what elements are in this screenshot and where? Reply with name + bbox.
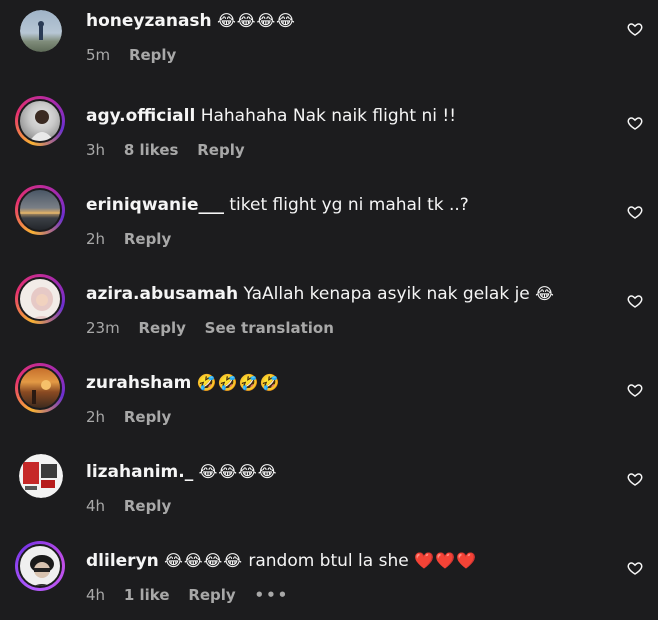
comment-emoji: 🤣🤣🤣🤣 xyxy=(196,373,281,392)
comment-item: honeyzanash 😂😂😂😂 5m Reply xyxy=(0,9,658,89)
comment-time: 3h xyxy=(86,141,106,159)
comment-emoji: 😂 xyxy=(535,284,555,303)
reply-button[interactable]: Reply xyxy=(124,408,171,426)
comment-time: 4h xyxy=(86,497,106,515)
avatar-image xyxy=(31,287,53,319)
reply-button[interactable]: Reply xyxy=(138,319,185,337)
heart-icon[interactable] xyxy=(627,204,643,220)
comment-time: 23m xyxy=(86,319,120,337)
likes-count[interactable]: 8 likes xyxy=(124,141,179,159)
avatar-image xyxy=(20,212,60,214)
comment-emoji: 😂😂😂😂 xyxy=(164,551,243,570)
avatar[interactable] xyxy=(15,96,65,146)
avatar[interactable] xyxy=(15,541,65,591)
reply-button[interactable]: Reply xyxy=(129,46,176,64)
comment-item: dlileryn 😂😂😂😂 random btul la she ❤️❤️❤️ … xyxy=(0,540,658,620)
comment-time: 4h xyxy=(86,586,106,604)
comment-username[interactable]: lizahanim._ xyxy=(86,462,193,482)
comment-time: 2h xyxy=(86,230,106,248)
comment-username[interactable]: eriniqwanie___ xyxy=(86,195,224,215)
comment-username[interactable]: honeyzanash xyxy=(86,11,212,31)
avatar-image xyxy=(30,555,54,586)
reply-button[interactable]: Reply xyxy=(124,230,171,248)
avatar-image xyxy=(30,110,54,141)
avatar-image xyxy=(23,462,57,490)
reply-button[interactable]: Reply xyxy=(188,586,235,604)
avatar-image xyxy=(32,380,51,404)
comment-username[interactable]: zurahsham xyxy=(86,373,191,393)
comment-emoji: ❤️❤️❤️ xyxy=(414,551,477,570)
comment-username[interactable]: dlileryn xyxy=(86,551,159,571)
comment-text: tiket flight yg ni mahal tk ..? xyxy=(229,195,469,215)
comment-username[interactable]: azira.abusamah xyxy=(86,284,238,304)
comment-emoji: 😂😂😂😂 xyxy=(217,11,296,30)
avatar[interactable] xyxy=(15,185,65,235)
comment-text: YaAllah kenapa asyik nak gelak je xyxy=(243,284,530,304)
avatar[interactable] xyxy=(15,274,65,324)
comment-time: 2h xyxy=(86,408,106,426)
heart-icon[interactable] xyxy=(627,560,643,576)
comment-item: lizahanim._ 😂😂😂😂 4h Reply xyxy=(0,451,658,531)
reply-button[interactable]: Reply xyxy=(197,141,244,159)
avatar[interactable] xyxy=(19,454,63,498)
comment-text: random btul la she xyxy=(248,551,409,571)
comment-time: 5m xyxy=(86,46,111,64)
comment-emoji: 😂😂😂😂 xyxy=(198,462,278,481)
comment-item: azira.abusamah YaAllah kenapa asyik nak … xyxy=(0,273,658,353)
more-options-icon[interactable]: ••• xyxy=(255,586,290,604)
heart-icon[interactable] xyxy=(627,382,643,398)
comment-username[interactable]: agy.officiall xyxy=(86,106,195,126)
heart-icon[interactable] xyxy=(627,471,643,487)
comment-item: agy.officiall Hahahaha Nak naik flight n… xyxy=(0,95,658,175)
avatar-image xyxy=(38,21,44,40)
heart-icon[interactable] xyxy=(627,115,643,131)
see-translation-button[interactable]: See translation xyxy=(205,319,334,337)
avatar[interactable] xyxy=(20,10,62,52)
comment-item: eriniqwanie___ tiket flight yg ni mahal … xyxy=(0,184,658,264)
reply-button[interactable]: Reply xyxy=(124,497,171,515)
heart-icon[interactable] xyxy=(627,21,643,37)
comment-item: zurahsham 🤣🤣🤣🤣 2h Reply xyxy=(0,362,658,442)
comment-text: Hahahaha Nak naik flight ni !! xyxy=(200,106,457,126)
likes-count[interactable]: 1 like xyxy=(124,586,170,604)
heart-icon[interactable] xyxy=(627,293,643,309)
avatar[interactable] xyxy=(15,363,65,413)
